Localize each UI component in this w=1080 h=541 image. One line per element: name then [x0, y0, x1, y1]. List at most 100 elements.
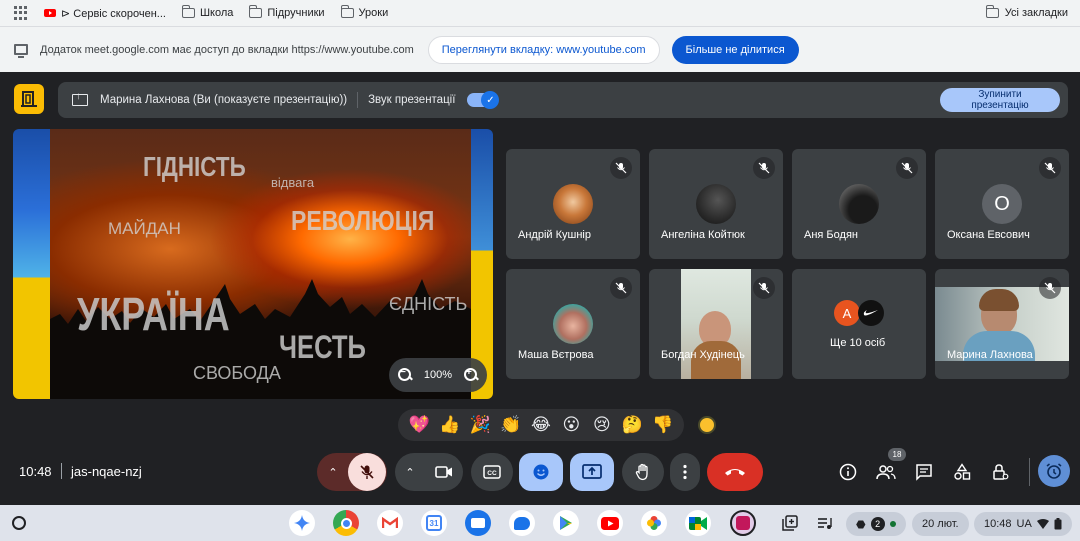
flag-decoration	[13, 129, 50, 399]
media-controls-icon[interactable]	[812, 510, 838, 536]
chat-button[interactable]	[913, 461, 935, 483]
leave-call-button[interactable]	[707, 453, 763, 491]
all-bookmarks-label: Усі закладки	[1004, 7, 1068, 19]
shapes-icon	[954, 463, 971, 480]
apps-grid-icon[interactable]	[14, 6, 28, 20]
participant-tile[interactable]: Андрій Кушнір	[506, 149, 640, 259]
participant-name: Андрій Кушнір	[518, 229, 591, 241]
divider	[61, 463, 62, 479]
all-bookmarks[interactable]: Усі закладки	[985, 5, 1068, 19]
mic-off-icon	[1039, 157, 1061, 179]
participant-tile[interactable]: О Оксана Евсович	[935, 149, 1069, 259]
messages-app-icon[interactable]	[509, 510, 535, 536]
participant-name: Маша Вєтрова	[518, 349, 594, 361]
mic-off-icon	[753, 277, 775, 299]
reaction-heart[interactable]: 💖	[407, 413, 431, 437]
screen-share-icon	[14, 44, 28, 58]
reactions-button[interactable]	[519, 453, 563, 491]
presenter-text: Марина Лахнова (Ви (показуєте презентаці…	[100, 94, 348, 106]
participant-tile[interactable]: Марина Лахнова	[935, 269, 1069, 379]
bookmark-item[interactable]: ⊳ Сервіс скорочен...	[44, 7, 166, 20]
files-app-icon[interactable]	[465, 510, 491, 536]
launcher-icon[interactable]	[12, 516, 26, 530]
zoom-out-icon[interactable]: −	[397, 367, 413, 383]
audio-options-chevron-icon[interactable]: ⌃	[318, 466, 348, 479]
divider	[357, 92, 359, 108]
bookmark-item[interactable]: Підручники	[249, 5, 325, 19]
gmail-app-icon[interactable]	[377, 510, 403, 536]
recording-dot-icon	[889, 521, 896, 527]
participant-name: Ангеліна Койтюк	[661, 229, 745, 241]
bookmarks-bar: ⊳ Сервіс скорочен... Школа Підручники Ур…	[0, 0, 1080, 26]
chrome-app-icon[interactable]	[333, 510, 359, 536]
video-options-chevron-icon[interactable]: ⌃	[395, 466, 425, 479]
meeting-code: jas-nqae-nzj	[71, 464, 142, 479]
presentation-audio-toggle[interactable]: ✓	[467, 91, 500, 109]
mic-toggle-button[interactable]	[348, 453, 386, 491]
date-pill[interactable]: 20 лют.	[912, 512, 969, 536]
participant-tile[interactable]: Аня Бодян	[792, 149, 926, 259]
canvas-app-icon[interactable]	[730, 510, 756, 536]
calendar-app-icon[interactable]: 31	[421, 510, 447, 536]
stop-presenting-button[interactable]: Зупинити презентацію	[940, 88, 1060, 112]
reaction-sad[interactable]: 😢	[590, 413, 614, 437]
activities-button[interactable]	[951, 461, 973, 483]
screenshots-icon[interactable]	[777, 510, 803, 536]
mic-off-icon	[753, 157, 775, 179]
reaction-clap[interactable]: 👏	[499, 413, 523, 437]
photos-app-icon[interactable]	[641, 510, 667, 536]
participant-name: Богдан Худінець	[661, 349, 745, 361]
reaction-surprised[interactable]: 😮	[559, 413, 583, 437]
more-participants-tile[interactable]: А Ще 10 осіб	[792, 269, 926, 379]
participant-tile[interactable]: Ангеліна Койтюк	[649, 149, 783, 259]
assistant-app-icon[interactable]	[289, 510, 315, 536]
wifi-icon	[1036, 519, 1049, 529]
reaction-thinking[interactable]: 🤔	[620, 413, 644, 437]
participant-name: Оксана Евсович	[947, 229, 1030, 241]
stop-line-1: Зупинити	[978, 89, 1022, 100]
camera-toggle-button[interactable]	[425, 453, 463, 491]
avatar	[839, 184, 879, 224]
bookmark-item[interactable]: Уроки	[340, 5, 389, 19]
companion-icon	[21, 91, 37, 107]
meet-logo	[14, 84, 44, 114]
more-options-button[interactable]	[670, 453, 700, 491]
people-button[interactable]	[875, 461, 897, 483]
zoom-in-icon[interactable]: +	[463, 367, 479, 383]
bookmark-label: Підручники	[267, 7, 325, 19]
notifications-pill[interactable]: ⬣ 2	[846, 512, 906, 536]
participant-tile[interactable]: Богдан Худінець	[649, 269, 783, 379]
timer-button[interactable]	[1038, 455, 1070, 487]
zoom-control: − 100% +	[389, 358, 487, 392]
divider	[1029, 458, 1030, 486]
stop-line-2: презентацію	[971, 100, 1029, 111]
svg-text:CC: CC	[487, 470, 497, 477]
slide-word: ЄДНІСТЬ	[389, 294, 468, 314]
status-area[interactable]: 10:48 UA	[974, 512, 1072, 536]
more-vert-icon	[683, 464, 687, 480]
tab-sharing-bar: Додаток meet.google.com має доступ до вк…	[0, 26, 1080, 72]
people-count-badge: 18	[888, 448, 906, 461]
reaction-party[interactable]: 🎉	[468, 413, 492, 437]
switch-to-tab-button[interactable]: Переглянути вкладку: www.youtube.com	[427, 35, 660, 64]
play-store-app-icon[interactable]	[553, 510, 579, 536]
skin-tone-selector[interactable]	[698, 416, 716, 434]
raise-hand-button[interactable]	[622, 453, 664, 491]
captions-button[interactable]: CC	[471, 453, 513, 491]
emoji-icon	[533, 464, 549, 480]
folder-icon	[985, 5, 999, 18]
present-now-button[interactable]	[570, 453, 614, 491]
youtube-app-icon[interactable]	[597, 510, 623, 536]
participant-tile[interactable]: Маша Вєтрова	[506, 269, 640, 379]
folder-icon	[340, 5, 354, 18]
meeting-details-button[interactable]	[837, 461, 859, 483]
bookmark-label: Уроки	[358, 7, 389, 19]
stop-sharing-button[interactable]: Більше не ділитися	[671, 35, 799, 64]
host-controls-button[interactable]	[989, 461, 1011, 483]
reaction-laugh[interactable]: 😂	[529, 413, 553, 437]
reaction-thumbs-up[interactable]: 👍	[438, 413, 462, 437]
reaction-thumbs-down[interactable]: 👎	[651, 413, 675, 437]
bookmark-label: Школа	[199, 7, 234, 19]
bookmark-item[interactable]: Школа	[181, 5, 234, 19]
meet-app-icon[interactable]	[685, 510, 711, 536]
